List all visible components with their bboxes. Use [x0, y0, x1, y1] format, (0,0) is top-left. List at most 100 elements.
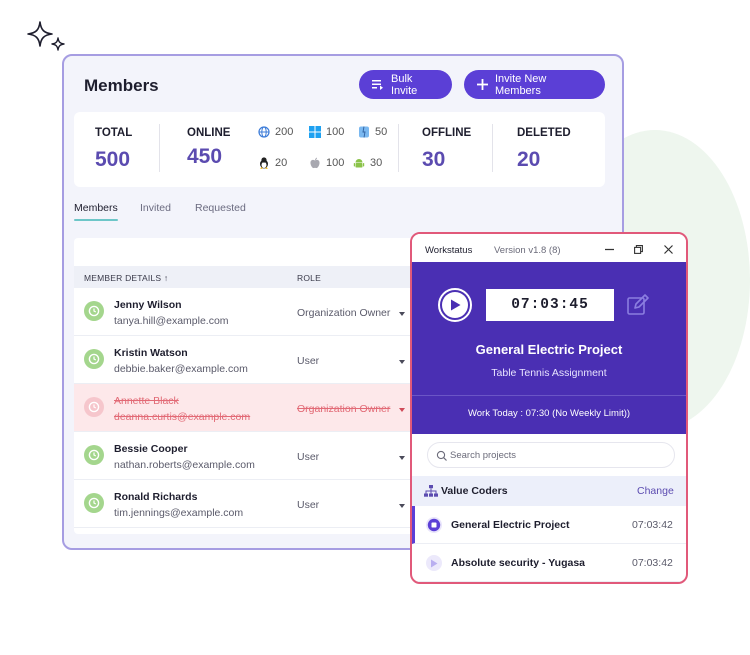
bulk-list-icon: [372, 80, 383, 90]
member-name: Jenny Wilson: [114, 299, 182, 311]
project-time: 07:03:42: [632, 519, 673, 531]
clock-icon: [88, 305, 100, 317]
clock-icon: [88, 401, 100, 413]
plus-icon: [477, 79, 488, 90]
column-role[interactable]: ROLE: [297, 273, 321, 283]
os-windows-count: 100: [326, 126, 345, 138]
web-icon: [258, 126, 270, 138]
member-email: tim.jennings@example.com: [114, 507, 244, 519]
apple-icon: [310, 157, 320, 169]
current-task-name: Table Tennis Assignment: [491, 367, 607, 379]
bulk-invite-label: Bulk Invite: [391, 72, 418, 97]
column-member-details-label: MEMBER DETAILS: [84, 273, 162, 283]
offline-label: OFFLINE: [422, 127, 472, 139]
sparkle-icon: [27, 21, 65, 51]
tab-invited[interactable]: Invited: [140, 202, 171, 214]
app-name: Workstatus: [425, 245, 473, 256]
member-role-select[interactable]: Organization Owner: [297, 307, 390, 319]
offline-value: 30: [422, 148, 446, 171]
tab-requested[interactable]: Requested: [195, 202, 246, 214]
project-list-item[interactable]: Absolute security - Yugasa 07:03:42: [412, 544, 686, 582]
os-web: 200: [258, 126, 293, 138]
stats-bar: TOTAL 500 ONLINE 450 200 100 50 20 100 3…: [74, 112, 605, 187]
member-name: Kristin Watson: [114, 347, 188, 359]
minimize-icon: [604, 248, 614, 250]
work-today-summary: Work Today : 07:30 (No Weekly Limit)): [467, 408, 631, 419]
table-row[interactable]: Ronald Richards tim.jennings@example.com…: [74, 480, 414, 528]
member-role-select[interactable]: User: [297, 499, 319, 511]
page-title: Members: [84, 76, 159, 95]
os-android-count: 30: [370, 157, 383, 169]
os-mac: 50: [358, 126, 387, 138]
timer-display: 07:03:45: [486, 289, 614, 321]
chevron-down-icon[interactable]: [399, 312, 405, 316]
deleted-label: DELETED: [517, 127, 571, 139]
chevron-down-icon[interactable]: [399, 504, 405, 508]
organization-bar: Value Coders Change: [412, 476, 686, 506]
search-icon: [436, 450, 447, 461]
chevron-down-icon[interactable]: [399, 456, 405, 460]
edit-icon[interactable]: [626, 293, 650, 317]
clock-icon: [88, 449, 100, 461]
project-name: General Electric Project: [451, 519, 570, 531]
project-name: Absolute security - Yugasa: [451, 557, 586, 569]
window-titlebar: Workstatus Version v1.8 (8): [412, 234, 686, 262]
windows-icon: [309, 126, 321, 138]
member-name: Ronald Richards: [114, 491, 198, 503]
close-button[interactable]: [661, 242, 675, 256]
project-list-item-active[interactable]: General Electric Project 07:03:42: [412, 506, 686, 544]
member-role-select[interactable]: User: [297, 451, 319, 463]
column-member-details[interactable]: MEMBER DETAILS ↑: [84, 273, 168, 283]
invite-new-members-label: Invite New Members: [495, 72, 547, 97]
sort-arrow-icon: ↑: [163, 273, 169, 283]
table-row[interactable]: Kristin Watson debbie.baker@example.com …: [74, 336, 414, 384]
chevron-down-icon[interactable]: [399, 360, 405, 364]
divider: [492, 124, 493, 172]
android-icon: [353, 159, 365, 168]
member-email: debbie.baker@example.com: [114, 363, 248, 375]
close-icon: [663, 244, 673, 254]
app-version: Version v1.8 (8): [494, 245, 561, 256]
member-tabs: Members Invited Requested: [74, 202, 374, 224]
search-projects-input[interactable]: Search projects: [427, 442, 675, 468]
member-role-select[interactable]: Organization Owner: [297, 403, 390, 415]
stop-icon[interactable]: [426, 517, 442, 533]
linux-icon: [260, 157, 268, 169]
restore-button[interactable]: [631, 242, 645, 256]
online-value: 450: [187, 145, 223, 168]
table-row[interactable]: Bessie Cooper nathan.roberts@example.com…: [74, 432, 414, 480]
divider: [159, 124, 160, 172]
os-apple-count: 100: [326, 157, 345, 169]
clock-icon: [88, 353, 100, 365]
total-label: TOTAL: [95, 127, 133, 139]
member-role-select[interactable]: User: [297, 355, 319, 367]
deleted-value: 20: [517, 148, 541, 171]
organization-name: Value Coders: [441, 485, 508, 497]
restore-icon: [633, 244, 643, 254]
table-row-deleted[interactable]: Annette Black deanna.curtis@example.com …: [74, 384, 414, 432]
play-icon: [450, 299, 460, 311]
member-name: Bessie Cooper: [114, 443, 188, 455]
avatar: [84, 397, 104, 417]
invite-new-members-button[interactable]: Invite New Members: [464, 70, 605, 99]
avatar: [84, 349, 104, 369]
bulk-invite-button[interactable]: Bulk Invite: [359, 70, 452, 99]
divider: [412, 395, 686, 396]
os-apple: 100: [309, 157, 344, 169]
member-name: Annette Black: [114, 395, 179, 407]
total-value: 500: [95, 148, 131, 171]
os-linux: 20: [258, 157, 287, 169]
avatar: [84, 445, 104, 465]
chevron-down-icon[interactable]: [399, 408, 405, 412]
tab-members[interactable]: Members: [74, 202, 118, 214]
change-organization-link[interactable]: Change: [637, 485, 674, 497]
divider: [398, 124, 399, 172]
org-tree-icon: [424, 485, 438, 497]
minimize-button[interactable]: [602, 242, 616, 256]
table-row[interactable]: Jenny Wilson tanya.hill@example.com Orga…: [74, 288, 414, 336]
avatar: [84, 493, 104, 513]
play-icon[interactable]: [426, 555, 442, 571]
os-web-count: 200: [275, 126, 294, 138]
workstatus-window: Workstatus Version v1.8 (8) 07:03:45 Gen…: [410, 232, 688, 584]
play-button[interactable]: [438, 288, 472, 322]
